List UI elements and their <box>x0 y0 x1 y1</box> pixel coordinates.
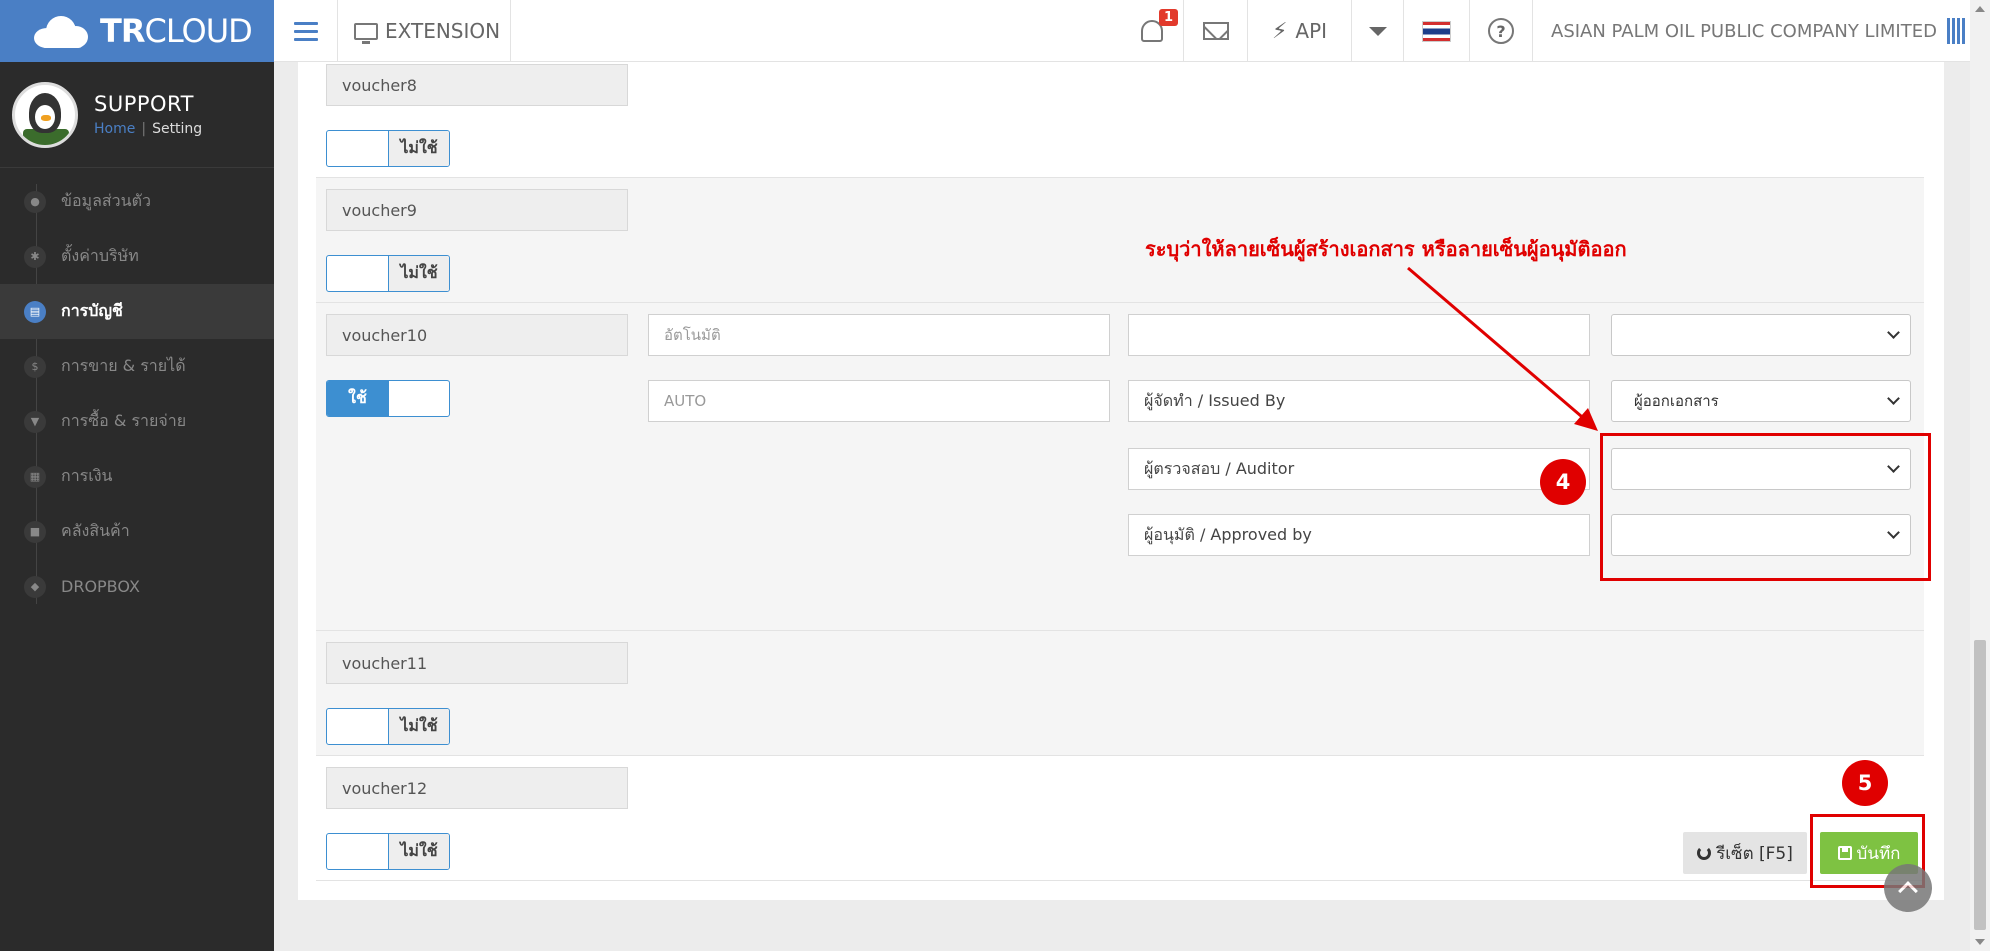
issued-by-field[interactable]: ผู้จัดทำ / Issued By <box>1128 380 1590 422</box>
app-logo[interactable]: TRCLOUD <box>0 0 274 62</box>
sidebar-item-profile[interactable]: ● ข้อมูลส่วนตัว <box>0 174 274 229</box>
cloud-icon <box>30 14 92 48</box>
reset-button[interactable]: รีเซ็ต [F5] <box>1683 832 1807 874</box>
truck-icon: ■ <box>24 520 46 543</box>
page-scrollbar[interactable] <box>1970 0 1990 951</box>
annotation-highlight-signatures <box>1600 433 1931 581</box>
help-button[interactable]: ? <box>1469 0 1532 62</box>
sidebar-item-dropbox[interactable]: ◆ DROPBOX <box>0 559 274 614</box>
avatar[interactable] <box>12 81 78 148</box>
question-icon: ? <box>1488 18 1514 44</box>
thai-flag-icon <box>1422 20 1451 42</box>
breadcrumb: Home | Setting <box>94 121 203 137</box>
sidebar-item-purchases[interactable]: ▼ การซื้อ & รายจ่าย <box>0 394 274 449</box>
sidebar-item-sales[interactable]: $ การขาย & รายได้ <box>0 339 274 394</box>
envelope-icon <box>1202 22 1229 40</box>
plug-icon: ⚡ <box>1271 18 1288 44</box>
company-selector[interactable]: ASIAN PALM OIL PUBLIC COMPANY LIMITED <box>1532 0 1970 62</box>
annotation-note: ระบุว่าให้ลายเซ็นผู้สร้างเอกสาร หรือลายเ… <box>1145 237 1627 261</box>
extension-label: EXTENSION <box>385 19 501 43</box>
voucher8-row: voucher8 ไม่ใช้ <box>316 62 1924 178</box>
voucher-option-select[interactable] <box>1611 314 1911 356</box>
auditor-field[interactable]: ผู้ตรวจสอบ / Auditor <box>1128 448 1590 490</box>
api-button[interactable]: ⚡ API <box>1247 0 1351 62</box>
brand-name: TRCLOUD <box>100 12 253 50</box>
hamburger-menu-icon[interactable] <box>274 0 338 62</box>
api-label: API <box>1295 19 1328 43</box>
caret-down-icon <box>1368 26 1387 36</box>
user-panel: SUPPORT Home | Setting <box>0 62 274 168</box>
sidebar-item-inventory[interactable]: ■ คลังสินค้า <box>0 504 274 559</box>
voucher11-toggle[interactable]: ไม่ใช้ <box>326 708 450 745</box>
notification-badge: 1 <box>1159 9 1179 26</box>
dropbox-icon: ◆ <box>24 575 46 598</box>
voucher-label: voucher10 <box>326 314 628 356</box>
chevron-down-icon <box>1887 392 1900 405</box>
book-icon: ▤ <box>24 300 46 323</box>
monitor-icon <box>354 22 378 44</box>
scrollbar-thumb[interactable] <box>1974 640 1986 930</box>
messages-button[interactable] <box>1183 0 1247 62</box>
user-icon: ● <box>24 190 46 213</box>
sidebar-menu: ● ข้อมูลส่วนตัว ✱ ตั้งค่าบริษัท ▤ การบัญชี … <box>0 174 274 614</box>
approved-by-field[interactable]: ผู้อนุมัติ / Approved by <box>1128 514 1590 556</box>
annotation-step-5: 5 <box>1842 760 1888 806</box>
voucher9-row: voucher9 ไม่ใช้ <box>316 178 1924 303</box>
voucher-name-input[interactable]: อัตโนมัติ <box>648 314 1110 356</box>
voucher-label: voucher9 <box>326 189 628 231</box>
issued-by-select[interactable]: ผู้ออกเอกสาร <box>1611 380 1911 422</box>
dropdown-toggle[interactable] <box>1351 0 1403 62</box>
sidebar-item-finance[interactable]: ▦ การเงิน <box>0 449 274 504</box>
sidebar-item-accounting[interactable]: ▤ การบัญชี <box>0 284 274 339</box>
voucher12-toggle[interactable]: ไม่ใช้ <box>326 833 450 870</box>
chevron-down-icon <box>1887 326 1900 339</box>
sidebar-item-company-settings[interactable]: ✱ ตั้งค่าบริษัท <box>0 229 274 284</box>
sidebar: SUPPORT Home | Setting ● ข้อมูลส่วนตัว ✱ ตั้… <box>0 62 274 951</box>
voucher-label: voucher8 <box>326 64 628 106</box>
voucher10-toggle[interactable]: ใช้ <box>326 380 450 417</box>
voucher9-toggle[interactable]: ไม่ใช้ <box>326 255 450 292</box>
language-switch[interactable] <box>1403 0 1469 62</box>
dollar-icon: $ <box>24 355 46 378</box>
user-name: SUPPORT <box>94 92 194 116</box>
extension-button[interactable]: EXTENSION <box>338 0 511 62</box>
cart-icon: ▼ <box>24 410 46 433</box>
voucher-extra-input[interactable] <box>1128 314 1590 356</box>
voucher-code-input[interactable]: AUTO <box>648 380 1110 422</box>
company-name: ASIAN PALM OIL PUBLIC COMPANY LIMITED <box>1551 20 1937 42</box>
voucher-label: voucher12 <box>326 767 628 809</box>
refresh-icon <box>1697 846 1712 860</box>
voucher11-row: voucher11 ไม่ใช้ <box>316 631 1924 756</box>
breadcrumb-current: Setting <box>152 121 203 137</box>
breadcrumb-home-link[interactable]: Home <box>94 121 135 137</box>
annotation-step-4: 4 <box>1540 459 1586 505</box>
building-icon <box>1946 18 1965 44</box>
gear-icon: ✱ <box>24 245 46 268</box>
chevron-up-icon <box>1898 881 1918 901</box>
top-navbar: TRCLOUD EXTENSION 1 ⚡ API ? ASIAN PALM O… <box>0 0 1970 62</box>
voucher-label: voucher11 <box>326 642 628 684</box>
voucher8-toggle[interactable]: ไม่ใช้ <box>326 130 450 167</box>
scroll-to-top-button[interactable] <box>1884 864 1932 912</box>
calendar-icon: ▦ <box>24 465 46 488</box>
